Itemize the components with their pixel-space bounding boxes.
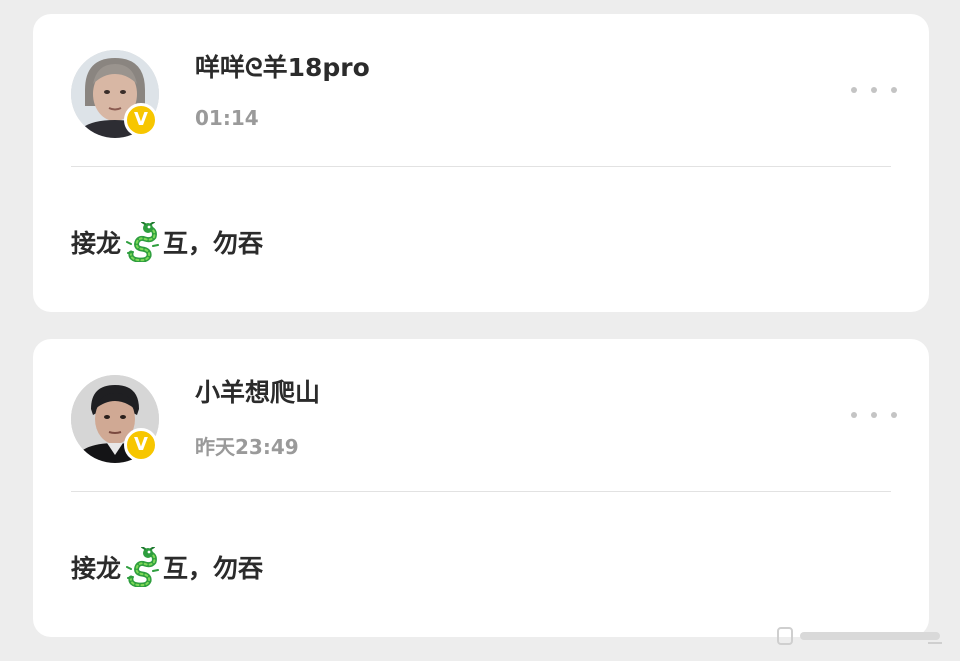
post-content: 接龙 互，勿吞 [71,221,263,263]
post-content: 接龙 互，勿吞 [71,546,263,588]
content-text-before: 接龙 [71,229,122,258]
verified-badge: V [124,103,158,137]
dragon-emoji-icon [123,222,161,262]
dot [891,87,897,93]
username[interactable]: 小羊想爬山 [195,373,320,409]
dot [891,412,897,418]
content-text-after: 互，勿吞 [163,554,264,583]
post-time: 昨天23:49 [195,435,299,459]
dot [871,87,877,93]
post-card[interactable]: V 小羊想爬山 昨天23:49 接龙 互，勿吞 [33,339,929,637]
content-text-after: 互，勿吞 [163,229,264,258]
username[interactable]: 咩咩ᘓ羊18pro [195,48,370,84]
post-card[interactable]: V 咩咩ᘓ羊18pro 01:14 接龙 互，勿吞 [33,14,929,312]
content-text-before: 接龙 [71,554,122,583]
dragon-emoji-icon [123,547,161,587]
divider [71,491,891,492]
dot [871,412,877,418]
post-time: 01:14 [195,106,259,130]
more-options-button[interactable] [851,78,897,102]
more-options-button[interactable] [851,403,897,427]
watermark-graphic [774,622,950,650]
dot [851,87,857,93]
dot [851,412,857,418]
divider [71,166,891,167]
verified-badge: V [124,428,158,462]
